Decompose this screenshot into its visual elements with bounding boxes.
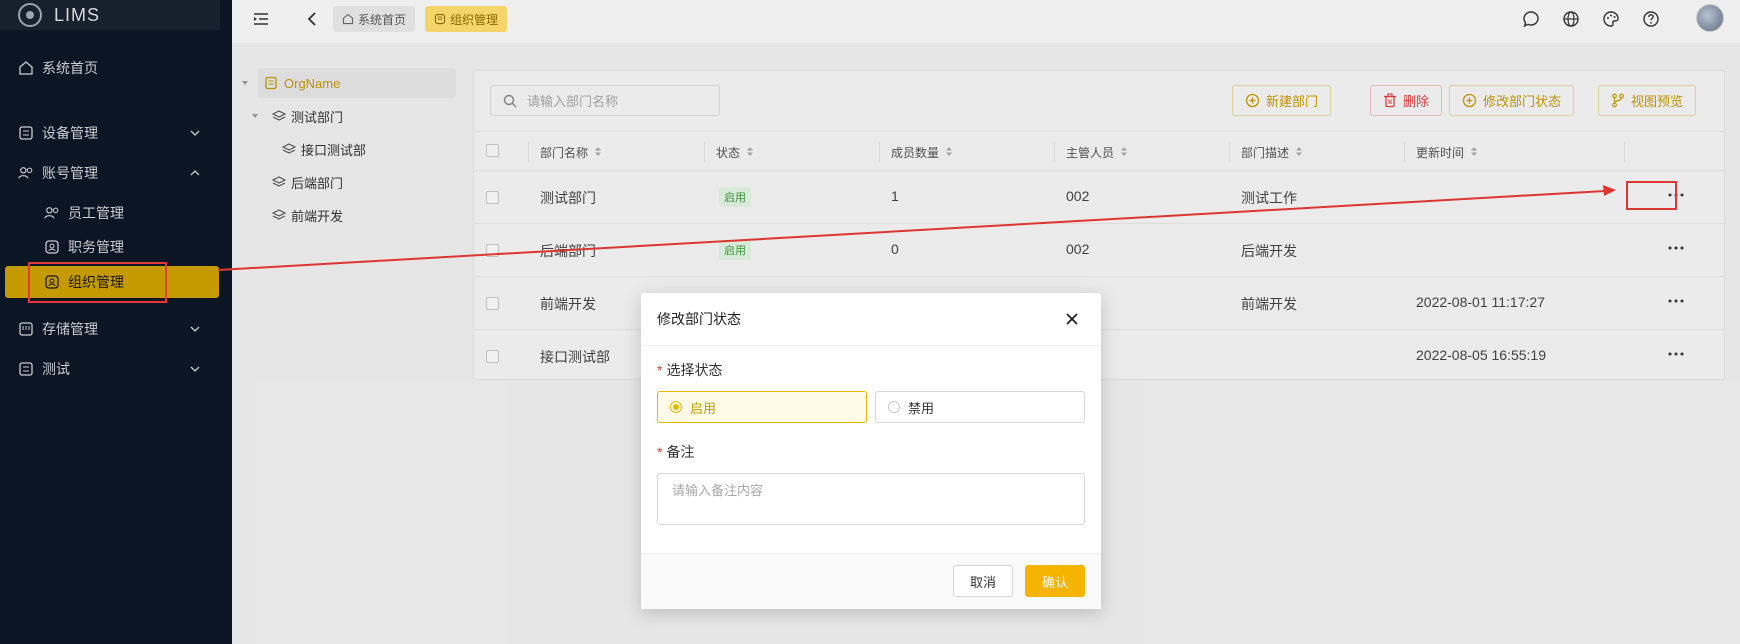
chevron-up-icon — [188, 166, 202, 180]
logo-icon — [18, 3, 42, 27]
radio-label: 启用 — [690, 400, 717, 416]
label-text: 备注 — [666, 444, 695, 460]
tab-label: 组织管理 — [450, 12, 499, 27]
radio-label: 禁用 — [908, 400, 935, 416]
sidebar-item-label: 员工管理 — [68, 205, 124, 221]
logo: LIMS — [0, 0, 220, 30]
message-icon[interactable] — [1521, 9, 1541, 29]
confirm-button[interactable]: 确认 — [1025, 565, 1085, 597]
sidebar-item-label: 测试 — [42, 361, 70, 377]
sidebar-item-label: 设备管理 — [42, 125, 98, 141]
logo-text: LIMS — [54, 4, 101, 25]
sidebar-item-home[interactable]: 系统首页 — [0, 50, 232, 86]
close-icon[interactable] — [1063, 310, 1081, 328]
required-mark: * — [657, 362, 663, 378]
dialog-title: 修改部门状态 — [657, 311, 741, 327]
radio-dot — [670, 401, 682, 413]
annotation-highlight-box — [28, 262, 167, 303]
sidebar: LIMS 系统首页 设备管理 账号管理 员工管理 职务管理 组织管理 存储管理 … — [0, 0, 232, 644]
badge-icon — [44, 239, 60, 255]
sidebar-item-accounts[interactable]: 账号管理 — [0, 155, 232, 191]
status-field-label: * 选择状态 — [657, 360, 722, 380]
sidebar-item-test[interactable]: 测试 — [0, 351, 232, 387]
back-icon[interactable] — [302, 9, 322, 29]
remark-textarea[interactable]: 请输入备注内容 — [657, 473, 1085, 525]
users-icon — [18, 165, 34, 181]
table-icon — [18, 125, 34, 141]
home-icon — [18, 60, 34, 76]
sidebar-item-label: 账号管理 — [42, 165, 98, 181]
palette-icon[interactable] — [1601, 9, 1621, 29]
change-status-dialog: 修改部门状态 * 选择状态 启用 禁用 * 备注 请输入备注内容 取消 确认 — [641, 293, 1101, 609]
users-icon — [44, 205, 60, 221]
required-mark: * — [657, 444, 663, 460]
sidebar-item-label: 存储管理 — [42, 321, 98, 337]
sidebar-item-label: 职务管理 — [68, 239, 124, 255]
sidebar-item-staff[interactable]: 员工管理 — [0, 195, 232, 231]
help-icon[interactable] — [1641, 9, 1661, 29]
radio-disabled[interactable]: 禁用 — [875, 391, 1085, 423]
dialog-header: 修改部门状态 — [641, 293, 1101, 346]
tab-home[interactable]: 系统首页 — [333, 6, 416, 32]
sidebar-item-storage[interactable]: 存储管理 — [0, 311, 232, 347]
sidebar-item-positions[interactable]: 职务管理 — [0, 229, 232, 265]
avatar[interactable] — [1696, 4, 1724, 32]
tab-organization[interactable]: 组织管理 — [425, 6, 508, 32]
textarea-placeholder: 请输入备注内容 — [672, 483, 764, 498]
globe-icon[interactable] — [1561, 9, 1581, 29]
home-icon — [342, 13, 354, 25]
top-bar: 系统首页 组织管理 — [232, 0, 1740, 44]
cancel-button[interactable]: 取消 — [953, 565, 1013, 597]
chevron-down-icon — [188, 322, 202, 336]
radio-dot — [888, 401, 900, 413]
sidebar-item-devices[interactable]: 设备管理 — [0, 115, 232, 151]
storage-icon — [18, 321, 34, 337]
table-icon — [18, 361, 34, 377]
remark-field-label: * 备注 — [657, 442, 694, 462]
chevron-down-icon — [188, 126, 202, 140]
badge-icon — [434, 13, 446, 25]
label-text: 选择状态 — [666, 362, 723, 378]
sidebar-item-label: 系统首页 — [42, 60, 98, 76]
radio-enabled[interactable]: 启用 — [657, 391, 867, 423]
tab-label: 系统首页 — [358, 12, 407, 27]
chevron-down-icon — [188, 362, 202, 376]
menu-fold-icon[interactable] — [251, 9, 271, 29]
dialog-footer: 取消 确认 — [641, 553, 1101, 609]
